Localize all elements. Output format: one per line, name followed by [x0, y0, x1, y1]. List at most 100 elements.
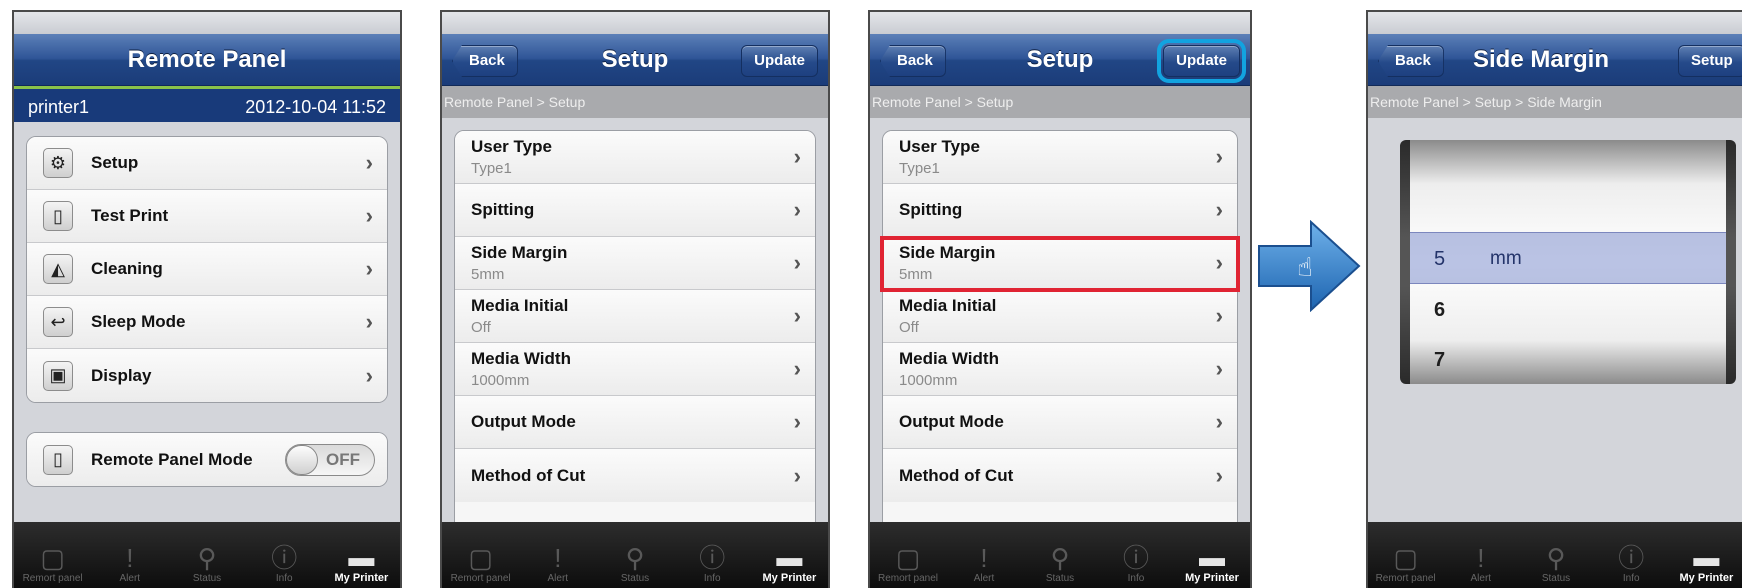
remote-panel-mode-group: ▯ Remote Panel Mode OFF [26, 432, 388, 487]
picker-row[interactable]: 7 [1410, 334, 1726, 386]
menu-item-display[interactable]: ▣ Display › [27, 349, 387, 402]
setup-item-label: User Type [471, 137, 552, 156]
update-button[interactable]: Update [741, 45, 818, 77]
setup-item-side-margin[interactable]: Side Margin 5mm › [883, 237, 1237, 290]
setup-item-label: Media Width [471, 349, 571, 368]
setup-item-value: Off [899, 319, 919, 336]
tab-label: Alert [973, 573, 995, 584]
picker-row[interactable]: 6 [1410, 284, 1726, 336]
setup-item-media-width[interactable]: Media Width 1000mm › [455, 343, 815, 396]
tab-my-printer[interactable]: ▬ My Printer [1174, 522, 1250, 588]
printer-info-bar: printer1 2012-10-04 11:52 [14, 86, 400, 122]
setup-item-spitting[interactable]: Spitting › [883, 184, 1237, 237]
setup-item-spitting[interactable]: Spitting › [455, 184, 815, 237]
tab-info[interactable]: ⓘ Info [246, 522, 323, 588]
menu-item-test-print[interactable]: ▯ Test Print › [27, 190, 387, 243]
tab-status[interactable]: ⚲ Status [1022, 522, 1098, 588]
tab-label: My Printer [1185, 572, 1239, 584]
breadcrumb: Remote Panel > Setup > Side Margin [1368, 86, 1742, 118]
setup-item-media-initial[interactable]: Media Initial Off › [883, 290, 1237, 343]
nav-bar: Side Margin Back Setup [1368, 34, 1742, 86]
toggle-state: OFF [326, 450, 360, 469]
tab-my-printer[interactable]: ▬ My Printer [323, 522, 400, 588]
setup-item-user-type[interactable]: User Type Type1 › [455, 131, 815, 184]
setup-list: User Type Type1 › Spitting › Side Margin 5mm… [882, 130, 1238, 528]
tab-remote-panel[interactable]: ▢ Remort panel [870, 522, 946, 588]
chevron-right-icon: › [1215, 409, 1223, 434]
tab-bar: ▢ Remort panel ! Alert ⚲ Status ⓘ Info ▬ My P… [1368, 522, 1742, 588]
hand-pointer-icon: ☝ [1297, 253, 1313, 283]
setup-item-output-mode[interactable]: Output Mode › [455, 396, 815, 449]
chevron-right-icon: › [365, 256, 373, 281]
tab-label: My Printer [762, 572, 817, 584]
back-button[interactable]: Back [1378, 45, 1444, 77]
chevron-right-icon: › [793, 197, 801, 222]
setup-item-value: Type1 [471, 160, 512, 177]
remote-panel-icon: ▢ [895, 543, 921, 573]
search-icon: ⚲ [1546, 543, 1566, 573]
menu-item-sleep-mode[interactable]: ↩ Sleep Mode › [27, 296, 387, 349]
tab-alert[interactable]: ! Alert [91, 522, 168, 588]
tab-my-printer[interactable]: ▬ My Printer [751, 522, 828, 588]
tab-alert[interactable]: ! Alert [519, 522, 596, 588]
alert-icon: ! [980, 543, 988, 573]
tab-info[interactable]: ⓘ Info [674, 522, 751, 588]
menu-item-label: Test Print [91, 206, 169, 225]
setup-item-value: 1000mm [471, 372, 530, 389]
setup-item-label: Side Margin [471, 243, 568, 262]
tab-info[interactable]: ⓘ Info [1594, 522, 1669, 588]
nav-bar: Remote Panel [14, 34, 400, 86]
chevron-right-icon: › [1215, 144, 1223, 169]
chevron-right-icon: › [365, 309, 373, 334]
tab-info[interactable]: ⓘ Info [1098, 522, 1174, 588]
setup-item-output-mode[interactable]: Output Mode › [883, 396, 1237, 449]
tab-status[interactable]: ⚲ Status [596, 522, 673, 588]
tab-remote-panel[interactable]: ▢ Remort panel [1368, 522, 1443, 588]
chevron-right-icon: › [793, 356, 801, 381]
setup-item-user-type[interactable]: User Type Type1 › [883, 131, 1237, 184]
tab-label: Status [620, 573, 650, 584]
setup-button[interactable]: Setup [1678, 45, 1742, 77]
update-button-highlighted[interactable]: Update [1157, 39, 1246, 83]
tab-remote-panel[interactable]: ▢ Remort panel [442, 522, 519, 588]
search-icon: ⚲ [197, 543, 217, 573]
tab-my-printer[interactable]: ▬ My Printer [1669, 522, 1742, 588]
remote-panel-icon: ▢ [40, 543, 65, 573]
status-bar [14, 12, 400, 34]
setup-item-value: Type1 [899, 160, 940, 177]
remote-panel-mode-toggle[interactable]: OFF [285, 444, 375, 476]
back-button[interactable]: Back [452, 45, 518, 77]
tab-label: Alert [547, 573, 569, 584]
tab-label: Alert [119, 573, 141, 584]
chevron-right-icon: › [1215, 197, 1223, 222]
back-button[interactable]: Back [880, 45, 946, 77]
tab-remote-panel[interactable]: ▢ Remort panel [14, 522, 91, 588]
tab-alert[interactable]: ! Alert [946, 522, 1022, 588]
tab-label: My Printer [1679, 572, 1734, 584]
setup-item-media-initial[interactable]: Media Initial Off › [455, 290, 815, 343]
setup-item-label: Media Width [899, 349, 999, 368]
printer-name: printer1 [28, 97, 90, 117]
printer-icon: ▬ [1693, 542, 1720, 572]
tab-label: Info [1127, 573, 1145, 584]
picker-value: 5 [1434, 248, 1446, 270]
menu-item-label: Sleep Mode [91, 312, 186, 331]
setup-item-method-of-cut[interactable]: Method of Cut › [455, 449, 815, 502]
breadcrumb: Remote Panel > Setup [442, 86, 828, 118]
setup-item-side-margin[interactable]: Side Margin 5mm › [455, 237, 815, 290]
menu-item-setup[interactable]: ⚙ Setup › [27, 137, 387, 190]
sleep-icon: ↩ [43, 307, 73, 337]
menu-item-cleaning[interactable]: ◭ Cleaning › [27, 243, 387, 296]
chevron-right-icon: › [793, 250, 801, 275]
tab-status[interactable]: ⚲ Status [1518, 522, 1593, 588]
picker-row-selected[interactable]: 5 mm [1410, 232, 1726, 284]
tab-bar: ▢ Remort panel ! Alert ⚲ Status ⓘ Info ▬ My P… [870, 522, 1250, 588]
tab-alert[interactable]: ! Alert [1443, 522, 1518, 588]
search-icon: ⚲ [625, 543, 645, 573]
tab-status[interactable]: ⚲ Status [168, 522, 245, 588]
side-margin-picker[interactable]: 5 mm 6 7 [1400, 140, 1736, 384]
picker-value: 6 [1434, 299, 1446, 321]
setup-item-media-width[interactable]: Media Width 1000mm › [883, 343, 1237, 396]
setup-item-method-of-cut[interactable]: Method of Cut › [883, 449, 1237, 502]
arrow-right-icon: ☝ [1258, 220, 1361, 312]
